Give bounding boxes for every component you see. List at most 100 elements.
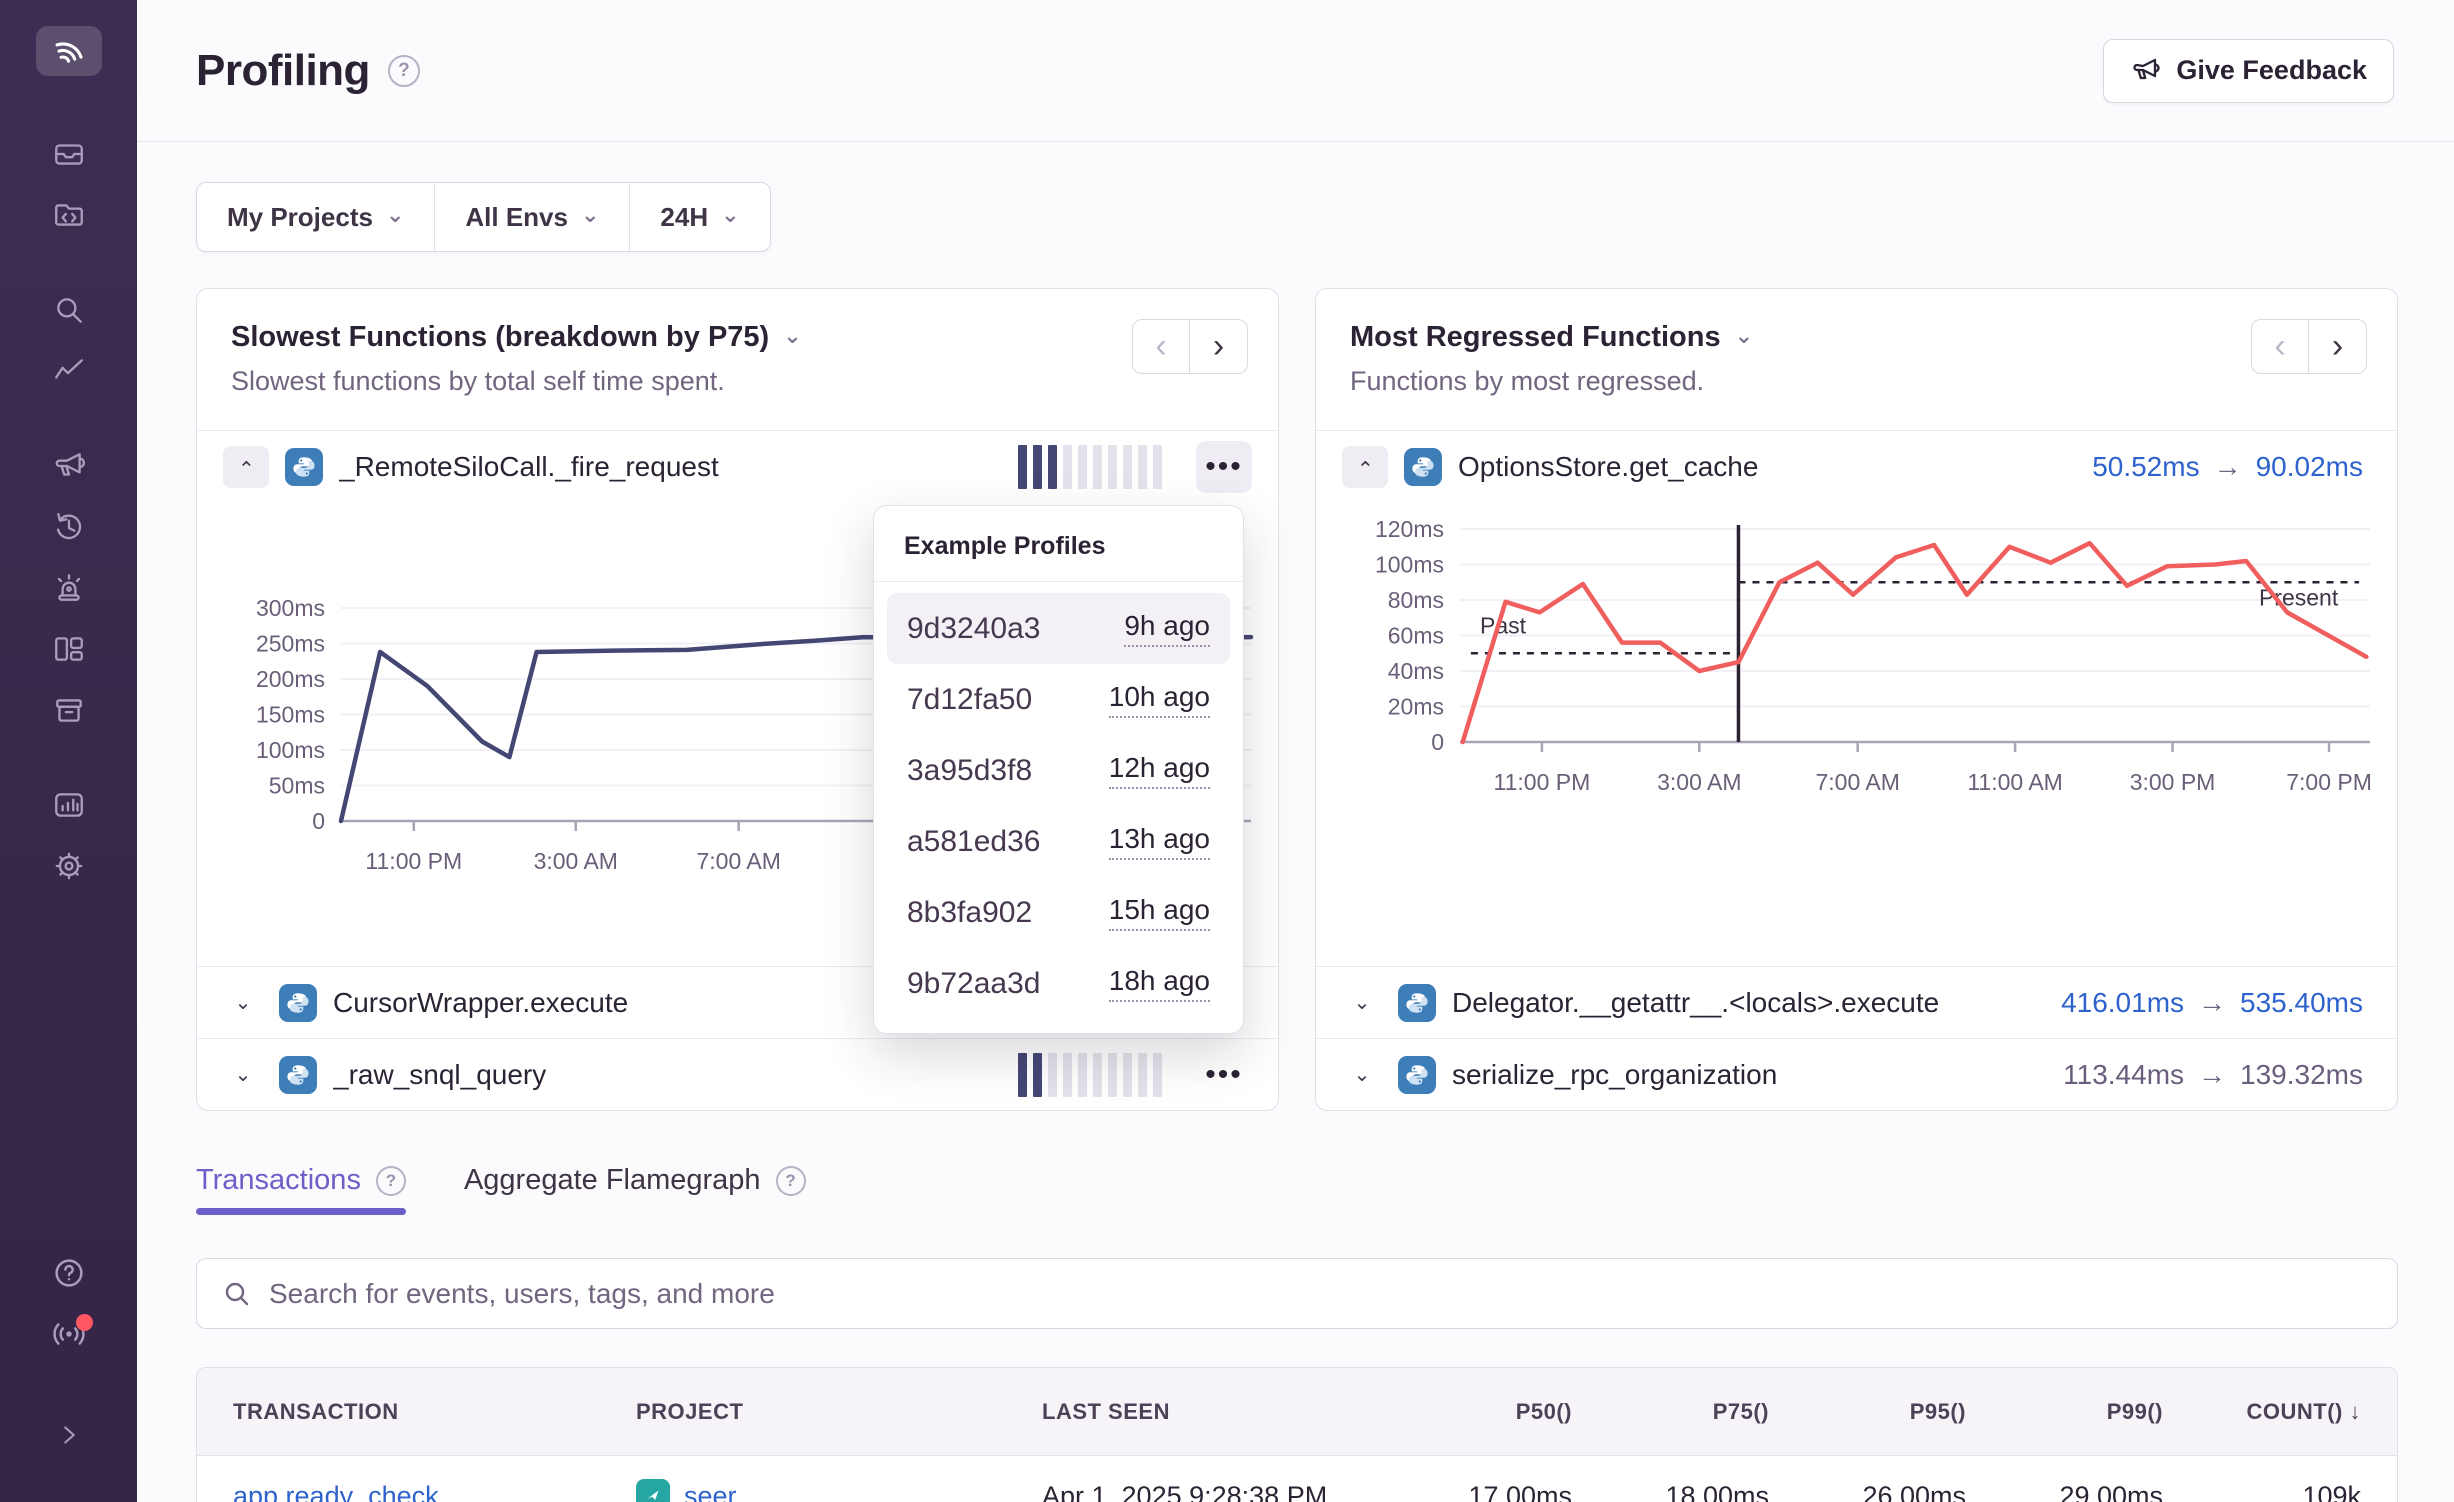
sidebar bbox=[0, 0, 137, 1502]
after-duration[interactable]: 535.40ms bbox=[2240, 987, 2363, 1019]
profile-item[interactable]: 8b3fa902 15h ago bbox=[887, 877, 1230, 948]
function-name[interactable]: _raw_snql_query bbox=[333, 1059, 546, 1091]
alerts-icon[interactable] bbox=[47, 566, 91, 610]
python-icon bbox=[279, 984, 317, 1022]
slowest-card-subtitle: Slowest functions by total self time spe… bbox=[231, 366, 1244, 397]
expand-row-button[interactable]: ⌄ bbox=[223, 990, 263, 1015]
tab-aggregate-flamegraph[interactable]: Aggregate Flamegraph ? bbox=[464, 1164, 806, 1215]
chevron-down-icon: ⌄ bbox=[783, 325, 801, 347]
before-duration[interactable]: 416.01ms bbox=[2061, 987, 2184, 1019]
project-filter[interactable]: My Projects ⌄ bbox=[197, 183, 434, 251]
help-icon[interactable] bbox=[47, 1251, 91, 1295]
col-p50[interactable]: P50() bbox=[1375, 1399, 1572, 1425]
svg-text:7:00 PM: 7:00 PM bbox=[2286, 769, 2372, 795]
row-options-button[interactable]: ••• bbox=[1196, 441, 1252, 493]
table-row[interactable]: app.ready_check seer Apr 1, 2025 9:28:38… bbox=[197, 1456, 2397, 1502]
function-row: ⌄ _raw_snql_query ••• bbox=[197, 1038, 1278, 1110]
profile-item[interactable]: 9d3240a3 9h ago bbox=[887, 593, 1230, 664]
traces-icon[interactable] bbox=[47, 349, 91, 393]
dashboards-icon[interactable] bbox=[47, 627, 91, 671]
profile-id[interactable]: 8b3fa902 bbox=[907, 896, 1032, 930]
profile-time[interactable]: 12h ago bbox=[1109, 752, 1210, 789]
tab-label: Transactions bbox=[196, 1164, 361, 1197]
give-feedback-button[interactable]: Give Feedback bbox=[2103, 39, 2394, 103]
regressed-card-title[interactable]: Most Regressed Functions ⌄ bbox=[1350, 321, 2363, 354]
profile-id[interactable]: 9b72aa3d bbox=[907, 967, 1040, 1001]
profile-time[interactable]: 15h ago bbox=[1109, 894, 1210, 931]
col-p99[interactable]: P99() bbox=[1966, 1399, 2163, 1425]
svg-text:0: 0 bbox=[312, 808, 325, 834]
tab-help-icon[interactable]: ? bbox=[376, 1166, 406, 1196]
tab-help-icon[interactable]: ? bbox=[776, 1166, 806, 1196]
col-transaction[interactable]: TRANSACTION bbox=[233, 1399, 636, 1425]
whats-new-icon[interactable] bbox=[47, 1312, 91, 1356]
function-name[interactable]: OptionsStore.get_cache bbox=[1458, 451, 1758, 483]
regressed-card-header: Most Regressed Functions ⌄ Functions by … bbox=[1316, 289, 2397, 431]
sentry-logo[interactable] bbox=[36, 26, 102, 76]
project-link[interactable]: seer bbox=[684, 1481, 737, 1502]
next-page-button[interactable]: › bbox=[2309, 319, 2367, 374]
replays-icon[interactable] bbox=[47, 505, 91, 549]
col-project[interactable]: PROJECT bbox=[636, 1399, 1042, 1425]
profile-item[interactable]: 9b72aa3d 18h ago bbox=[887, 948, 1230, 1019]
page-help-icon[interactable]: ? bbox=[388, 55, 420, 87]
prev-page-button[interactable]: ‹ bbox=[1132, 319, 1190, 374]
profile-time[interactable]: 9h ago bbox=[1124, 610, 1210, 647]
projects-icon[interactable] bbox=[47, 193, 91, 237]
transactions-table: TRANSACTION PROJECT LAST SEEN P50() P75(… bbox=[196, 1367, 2398, 1502]
popup-title: Example Profiles bbox=[874, 506, 1243, 582]
profile-item[interactable]: a581ed36 13h ago bbox=[887, 806, 1230, 877]
slowest-card-header: Slowest Functions (breakdown by P75) ⌄ S… bbox=[197, 289, 1278, 431]
date-range-filter[interactable]: 24H ⌄ bbox=[629, 183, 769, 251]
transaction-link[interactable]: app.ready_check bbox=[233, 1481, 439, 1502]
function-name[interactable]: CursorWrapper.execute bbox=[333, 987, 628, 1019]
function-name[interactable]: Delegator.__getattr__.<locals>.execute bbox=[1452, 987, 1939, 1019]
profile-time[interactable]: 18h ago bbox=[1109, 965, 1210, 1002]
search-icon[interactable] bbox=[47, 288, 91, 332]
profile-item[interactable]: 3a95d3f8 12h ago bbox=[887, 735, 1230, 806]
profile-item[interactable]: 7d12fa50 10h ago bbox=[887, 664, 1230, 735]
after-duration[interactable]: 90.02ms bbox=[2256, 451, 2363, 483]
svg-text:60ms: 60ms bbox=[1388, 623, 1444, 649]
expand-row-button[interactable]: ⌄ bbox=[223, 1062, 263, 1087]
profile-time[interactable]: 10h ago bbox=[1109, 681, 1210, 718]
collapse-row-button[interactable]: ⌄ bbox=[223, 446, 269, 488]
function-name[interactable]: serialize_rpc_organization bbox=[1452, 1059, 1777, 1091]
prev-page-button[interactable]: ‹ bbox=[2251, 319, 2309, 374]
svg-text:11:00 PM: 11:00 PM bbox=[365, 848, 462, 874]
profile-time[interactable]: 13h ago bbox=[1109, 823, 1210, 860]
feedback-icon[interactable] bbox=[47, 444, 91, 488]
profile-id[interactable]: a581ed36 bbox=[907, 825, 1040, 859]
col-p75[interactable]: P75() bbox=[1572, 1399, 1769, 1425]
row-options-button[interactable]: ••• bbox=[1196, 1049, 1252, 1101]
issues-icon[interactable] bbox=[47, 132, 91, 176]
sidebar-expand-icon[interactable] bbox=[47, 1413, 91, 1457]
expand-row-button[interactable]: ⌄ bbox=[1342, 990, 1382, 1015]
slowest-card-title[interactable]: Slowest Functions (breakdown by P75) ⌄ bbox=[231, 321, 1244, 354]
col-last-seen[interactable]: LAST SEEN bbox=[1042, 1399, 1375, 1425]
environment-filter[interactable]: All Envs ⌄ bbox=[434, 183, 629, 251]
releases-icon[interactable] bbox=[47, 688, 91, 732]
search-input[interactable] bbox=[269, 1278, 2373, 1310]
svg-text:7:00 AM: 7:00 AM bbox=[696, 848, 780, 874]
before-duration[interactable]: 50.52ms bbox=[2092, 451, 2199, 483]
profile-id[interactable]: 9d3240a3 bbox=[907, 612, 1040, 646]
settings-icon[interactable] bbox=[47, 844, 91, 888]
profile-id[interactable]: 3a95d3f8 bbox=[907, 754, 1032, 788]
seer-project-icon bbox=[636, 1479, 670, 1502]
svg-text:40ms: 40ms bbox=[1388, 658, 1444, 684]
chevron-down-icon: ⌄ bbox=[386, 204, 404, 226]
page-header: Profiling ? Give Feedback bbox=[137, 0, 2454, 142]
function-row: ⌄ _RemoteSiloCall._fire_request ••• bbox=[197, 431, 1278, 503]
collapse-row-button[interactable]: ⌄ bbox=[1342, 446, 1388, 488]
expand-row-button[interactable]: ⌄ bbox=[1342, 1062, 1382, 1087]
col-count[interactable]: COUNT() ↓ bbox=[2163, 1399, 2361, 1425]
svg-text:100ms: 100ms bbox=[256, 737, 325, 763]
profile-id[interactable]: 7d12fa50 bbox=[907, 683, 1032, 717]
next-page-button[interactable]: › bbox=[1190, 319, 1248, 374]
col-p95[interactable]: P95() bbox=[1769, 1399, 1966, 1425]
stats-icon[interactable] bbox=[47, 783, 91, 827]
function-name[interactable]: _RemoteSiloCall._fire_request bbox=[339, 451, 719, 483]
tab-transactions[interactable]: Transactions ? bbox=[196, 1164, 406, 1215]
search-bar bbox=[196, 1258, 2398, 1329]
